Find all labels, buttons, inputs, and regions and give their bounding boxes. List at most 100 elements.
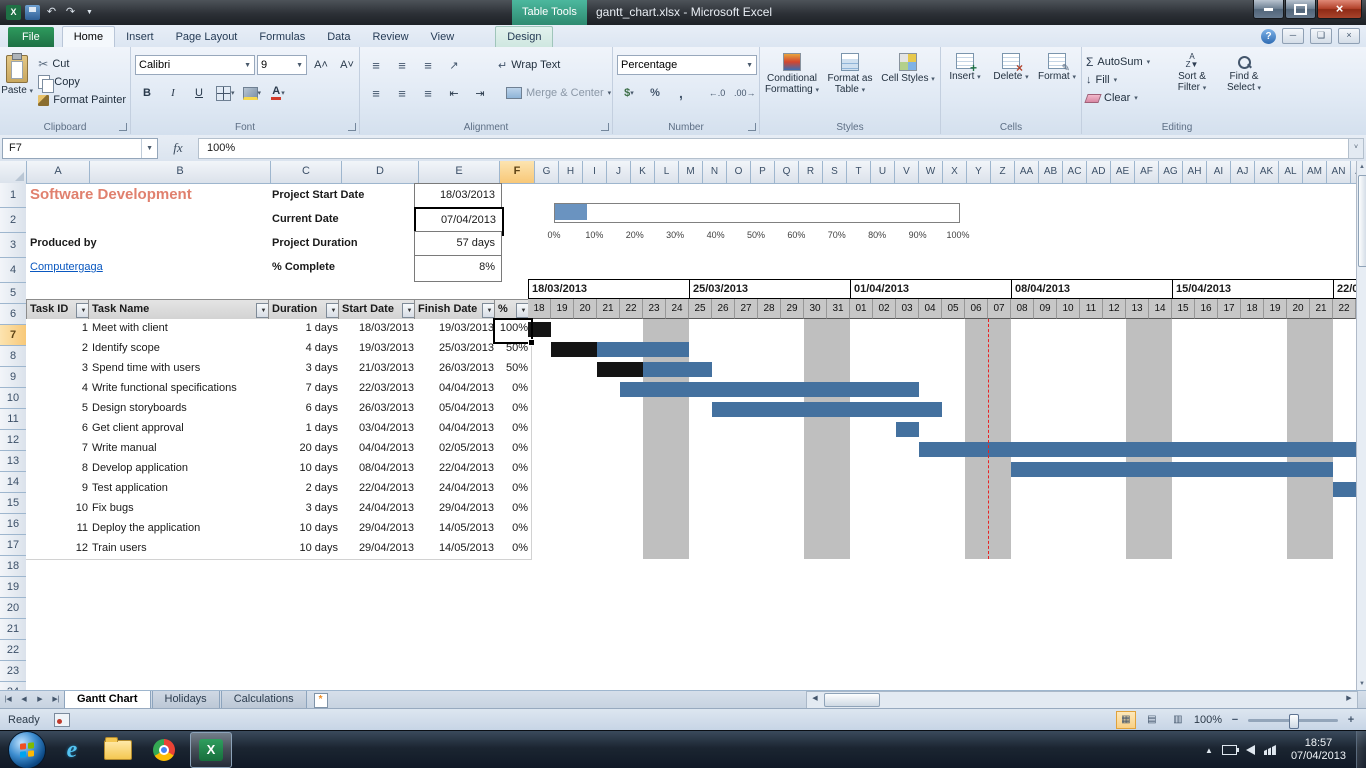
tray-expand-icon[interactable]: ▲ xyxy=(1205,746,1213,755)
start-button[interactable] xyxy=(8,731,46,768)
cell-D10[interactable]: 22/03/2013 xyxy=(338,379,423,400)
scroll-left-icon[interactable]: ◀ xyxy=(808,693,822,705)
cell-C16[interactable]: 3 days xyxy=(268,499,347,520)
cell-F13[interactable]: 0% xyxy=(494,439,532,460)
cell-B7[interactable]: Meet with client xyxy=(88,319,273,340)
cell-C12[interactable]: 1 days xyxy=(268,419,347,440)
cell-D13[interactable]: 04/04/2013 xyxy=(338,439,423,460)
scroll-down-icon[interactable]: ▼ xyxy=(1357,678,1366,690)
zoom-level[interactable]: 100% xyxy=(1194,714,1222,726)
cell-C18[interactable]: 10 days xyxy=(268,539,347,560)
cell-F10[interactable]: 0% xyxy=(494,379,532,400)
horizontal-scroll-thumb[interactable] xyxy=(824,693,880,707)
cell-B10[interactable]: Write functional specifications xyxy=(88,379,273,400)
cell-E7[interactable]: 19/03/2013 xyxy=(414,319,505,340)
table-header-task-id[interactable]: Task ID xyxy=(26,299,93,321)
cell-E12[interactable]: 04/04/2013 xyxy=(414,419,505,440)
cell-F7[interactable]: 100% xyxy=(494,319,532,340)
taskbar-explorer-icon[interactable] xyxy=(98,733,138,767)
battery-icon[interactable] xyxy=(1222,745,1237,755)
cell-B11[interactable]: Design storyboards xyxy=(88,399,273,420)
sheet-tab-holidays[interactable]: Holidays xyxy=(152,691,220,709)
cell-D17[interactable]: 29/04/2013 xyxy=(338,519,423,540)
scroll-up-icon[interactable]: ▲ xyxy=(1357,161,1366,173)
zoom-slider[interactable] xyxy=(1248,719,1338,722)
next-sheet-icon[interactable]: ▶ xyxy=(32,691,48,709)
cell-E17[interactable]: 14/05/2013 xyxy=(414,519,505,540)
cell-B18[interactable]: Train users xyxy=(88,539,273,560)
cell-C7[interactable]: 1 days xyxy=(268,319,347,340)
table-header-start-date[interactable]: Start Date xyxy=(338,299,419,321)
cell-D15[interactable]: 22/04/2013 xyxy=(338,479,423,500)
normal-view-icon[interactable]: ▦ xyxy=(1116,711,1136,729)
page-break-view-icon[interactable]: ▥ xyxy=(1168,711,1188,729)
insert-worksheet-button[interactable]: * xyxy=(308,691,334,709)
sheet-tab-gantt-chart[interactable]: Gantt Chart xyxy=(64,691,151,709)
zoom-slider-thumb[interactable] xyxy=(1289,714,1299,729)
cell-B13[interactable]: Write manual xyxy=(88,439,273,460)
show-desktop-button[interactable] xyxy=(1356,731,1366,768)
cell-F14[interactable]: 0% xyxy=(494,459,532,480)
cell-E9[interactable]: 26/03/2013 xyxy=(414,359,505,380)
table-header-finish-date[interactable]: Finish Date xyxy=(414,299,499,321)
cell-F12[interactable]: 0% xyxy=(494,419,532,440)
cell-C10[interactable]: 7 days xyxy=(268,379,347,400)
cell-F8[interactable]: 50% xyxy=(494,339,532,360)
network-icon[interactable] xyxy=(1264,745,1276,755)
cell-E8[interactable]: 25/03/2013 xyxy=(414,339,505,360)
cell-E13[interactable]: 02/05/2013 xyxy=(414,439,505,460)
cell-B8[interactable]: Identify scope xyxy=(88,339,273,360)
page-layout-view-icon[interactable]: ▤ xyxy=(1142,711,1162,729)
cell-C11[interactable]: 6 days xyxy=(268,399,347,420)
cell-E10[interactable]: 04/04/2013 xyxy=(414,379,505,400)
cell-B17[interactable]: Deploy the application xyxy=(88,519,273,540)
table-header-task-name[interactable]: Task Name xyxy=(88,299,273,321)
meta-value-2[interactable]: 57 days xyxy=(414,231,502,258)
taskbar-chrome-icon[interactable] xyxy=(144,733,184,767)
cell-D16[interactable]: 24/04/2013 xyxy=(338,499,423,520)
zoom-in-icon[interactable]: + xyxy=(1344,714,1358,726)
author-hyperlink[interactable]: Computergaga xyxy=(30,255,103,279)
last-sheet-icon[interactable]: ▶| xyxy=(48,691,64,709)
cell-F18[interactable]: 0% xyxy=(494,539,532,560)
gantt-chart[interactable]: 18/03/201325/03/201301/04/201308/04/2013… xyxy=(528,279,1356,560)
cell-D18[interactable]: 29/04/2013 xyxy=(338,539,423,560)
scroll-right-icon[interactable]: ▶ xyxy=(1342,693,1356,705)
cell-B9[interactable]: Spend time with users xyxy=(88,359,273,380)
cell-F17[interactable]: 0% xyxy=(494,519,532,540)
first-sheet-icon[interactable]: |◀ xyxy=(0,691,16,709)
cell-E18[interactable]: 14/05/2013 xyxy=(414,539,505,560)
cell-D14[interactable]: 08/04/2013 xyxy=(338,459,423,480)
taskbar-excel-icon[interactable]: X xyxy=(190,732,232,768)
cell-E14[interactable]: 22/04/2013 xyxy=(414,459,505,480)
zoom-out-icon[interactable]: − xyxy=(1228,714,1242,726)
cell-E16[interactable]: 29/04/2013 xyxy=(414,499,505,520)
meta-value-3[interactable]: 8% xyxy=(414,255,502,282)
vertical-scroll-thumb[interactable] xyxy=(1358,175,1366,267)
cell-C15[interactable]: 2 days xyxy=(268,479,347,500)
cell-C17[interactable]: 10 days xyxy=(268,519,347,540)
meta-value-0[interactable]: 18/03/2013 xyxy=(414,183,502,210)
prev-sheet-icon[interactable]: ◀ xyxy=(16,691,32,709)
cell-F15[interactable]: 0% xyxy=(494,479,532,500)
cell-B15[interactable]: Test application xyxy=(88,479,273,500)
cell-D8[interactable]: 19/03/2013 xyxy=(338,339,423,360)
sheet-tab-calculations[interactable]: Calculations xyxy=(221,691,307,709)
produced-by-cell[interactable]: Produced by xyxy=(30,231,97,255)
taskbar-clock[interactable]: 18:57 07/04/2013 xyxy=(1285,737,1352,763)
cell-B12[interactable]: Get client approval xyxy=(88,419,273,440)
sheet-title-cell[interactable]: Software Development xyxy=(30,183,192,207)
cell-E11[interactable]: 05/04/2013 xyxy=(414,399,505,420)
horizontal-scrollbar[interactable]: ◀ ▶ xyxy=(806,691,1358,709)
cell-E15[interactable]: 24/04/2013 xyxy=(414,479,505,500)
cell-B14[interactable]: Develop application xyxy=(88,459,273,480)
cell-F9[interactable]: 50% xyxy=(494,359,532,380)
cell-C13[interactable]: 20 days xyxy=(268,439,347,460)
cell-F11[interactable]: 0% xyxy=(494,399,532,420)
cell-D9[interactable]: 21/03/2013 xyxy=(338,359,423,380)
cell-C9[interactable]: 3 days xyxy=(268,359,347,380)
cell-C14[interactable]: 10 days xyxy=(268,459,347,480)
cell-D11[interactable]: 26/03/2013 xyxy=(338,399,423,420)
cell-B16[interactable]: Fix bugs xyxy=(88,499,273,520)
cell-F16[interactable]: 0% xyxy=(494,499,532,520)
